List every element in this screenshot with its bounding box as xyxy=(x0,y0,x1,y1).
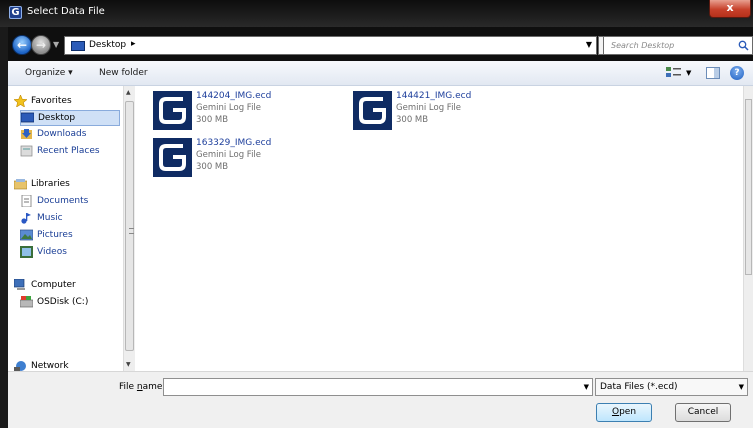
recent-pages-dropdown[interactable]: ▼ xyxy=(53,40,59,49)
file-name: 144421_IMG.ecd xyxy=(396,91,472,101)
file-type-filter[interactable]: Data Files (*.ecd) ▼ xyxy=(595,378,748,396)
sidebar-item-label: OSDisk (C:) xyxy=(37,297,89,307)
sidebar-item-downloads[interactable]: Downloads xyxy=(20,127,120,143)
sidebar-item-pictures[interactable]: Pictures xyxy=(20,228,120,244)
sidebar-item-computer[interactable]: Computer xyxy=(14,278,119,294)
sidebar-item-osdisk[interactable]: OSDisk (C:) xyxy=(20,295,120,311)
sidebar-item-label: Recent Places xyxy=(37,146,100,156)
chevron-down-icon[interactable]: ▼ xyxy=(739,383,744,391)
sidebar-item-libraries[interactable]: Libraries xyxy=(14,177,119,193)
sidebar-item-videos[interactable]: Videos xyxy=(20,245,120,261)
app-icon: G xyxy=(9,6,22,19)
desktop-icon xyxy=(71,41,85,51)
search-input[interactable]: Search Desktop xyxy=(603,36,753,55)
sidebar-item-label: Downloads xyxy=(37,129,87,139)
back-button[interactable]: ← xyxy=(12,35,32,55)
music-icon xyxy=(21,213,31,224)
sidebar-item-label: Computer xyxy=(31,280,76,290)
address-history-dropdown[interactable]: ▼ xyxy=(586,40,592,49)
computer-icon xyxy=(14,279,25,290)
window-title: Select Data File xyxy=(27,6,105,17)
file-size: 300 MB xyxy=(396,115,429,125)
dialog-frame: ← → ▼ Desktop ▸ ▼ ↻ Search Desktop Organ… xyxy=(8,27,753,428)
file-list-scroll-thumb[interactable] xyxy=(745,99,752,275)
search-placeholder: Search Desktop xyxy=(611,41,675,50)
file-type: Gemini Log File xyxy=(196,103,262,113)
downloads-icon xyxy=(21,129,32,139)
videos-icon xyxy=(20,246,33,258)
star-icon xyxy=(14,95,27,107)
scroll-up-icon[interactable]: ▲ xyxy=(126,89,131,96)
gemini-file-icon xyxy=(153,138,192,177)
file-list: 144204_IMG.ecd Gemini Log File 300 MB 14… xyxy=(135,86,743,371)
sidebar-item-label: Documents xyxy=(37,196,89,206)
file-name: 144204_IMG.ecd xyxy=(196,91,272,101)
search-icon[interactable] xyxy=(738,40,749,51)
recent-places-icon xyxy=(20,145,33,157)
command-toolbar: Organize ▾ New folder ▼ ? xyxy=(8,61,753,86)
desktop-icon xyxy=(21,112,34,123)
pictures-icon xyxy=(20,229,33,241)
breadcrumb-desktop[interactable]: Desktop xyxy=(89,40,126,50)
change-view-icon[interactable] xyxy=(665,66,683,80)
scroll-down-icon[interactable]: ▼ xyxy=(126,361,131,368)
file-item[interactable]: 144204_IMG.ecd Gemini Log File 300 MB xyxy=(153,91,353,135)
address-bar[interactable]: Desktop ▸ ▼ xyxy=(64,36,597,55)
sidebar-item-label: Favorites xyxy=(31,96,72,106)
navigation-pane: Favorites Desktop Downloads Recent Place… xyxy=(8,86,123,371)
sidebar-item-label: Libraries xyxy=(31,179,70,189)
file-name-label: File name: xyxy=(119,382,166,392)
organize-button[interactable]: Organize ▾ xyxy=(25,68,73,78)
file-item[interactable]: 163329_IMG.ecd Gemini Log File 300 MB xyxy=(153,138,353,182)
open-button[interactable]: Open xyxy=(596,403,652,422)
file-type: Gemini Log File xyxy=(396,103,462,113)
file-name-input[interactable]: ▼ xyxy=(163,378,593,396)
breadcrumb-chevron-icon[interactable]: ▸ xyxy=(131,39,136,49)
gemini-file-icon xyxy=(353,91,392,130)
file-size: 300 MB xyxy=(196,162,229,172)
documents-icon xyxy=(21,195,32,207)
file-list-scrollbar[interactable] xyxy=(743,86,753,371)
file-name-panel: File name: ▼ Data Files (*.ecd) ▼ Open C… xyxy=(8,371,753,428)
sidebar-item-label: Network xyxy=(31,361,69,371)
cancel-button[interactable]: Cancel xyxy=(675,403,731,422)
sidebar-item-label: Videos xyxy=(37,247,67,257)
sidebar-item-favorites[interactable]: Favorites xyxy=(14,94,119,110)
address-row: ← → ▼ Desktop ▸ ▼ ↻ Search Desktop xyxy=(8,27,753,61)
forward-button[interactable]: → xyxy=(31,35,51,55)
file-size: 300 MB xyxy=(196,115,229,125)
sidebar-item-label: Music xyxy=(37,213,63,223)
preview-pane-button[interactable] xyxy=(706,67,720,79)
libraries-icon xyxy=(14,179,27,190)
title-bar: G Select Data File x xyxy=(0,0,753,27)
close-button[interactable]: x xyxy=(709,0,751,18)
sidebar-item-recent-places[interactable]: Recent Places xyxy=(20,144,120,160)
file-type: Gemini Log File xyxy=(196,150,262,160)
sidebar-item-label: Desktop xyxy=(38,113,76,123)
chevron-down-icon[interactable]: ▼ xyxy=(584,383,589,391)
file-item[interactable]: 144421_IMG.ecd Gemini Log File 300 MB xyxy=(353,91,553,135)
help-icon[interactable]: ? xyxy=(730,66,744,80)
sidebar-item-documents[interactable]: Documents xyxy=(20,194,120,210)
gemini-file-icon xyxy=(153,91,192,130)
file-type-filter-value: Data Files (*.ecd) xyxy=(600,382,678,392)
sidebar-scroll-thumb[interactable] xyxy=(125,101,134,351)
sidebar-scrollbar[interactable]: ▲ ▼ xyxy=(123,86,135,371)
sidebar-item-desktop[interactable]: Desktop xyxy=(20,110,120,126)
view-options-dropdown[interactable]: ▼ xyxy=(686,69,691,77)
sidebar-item-music[interactable]: Music xyxy=(20,211,120,227)
sidebar-item-label: Pictures xyxy=(37,230,73,240)
new-folder-button[interactable]: New folder xyxy=(99,68,148,78)
file-name: 163329_IMG.ecd xyxy=(196,138,272,148)
disk-icon xyxy=(20,296,33,308)
